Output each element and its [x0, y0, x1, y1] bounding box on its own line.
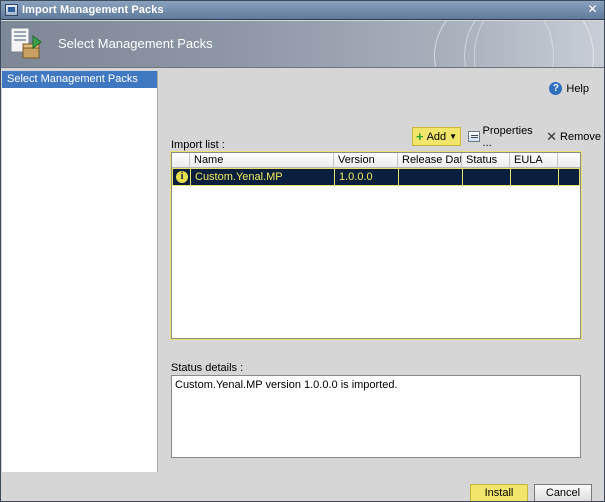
import-wizard-window: Import Management Packs ✕ Select Managem… — [0, 0, 605, 502]
cell-version: 1.0.0.0 — [335, 169, 399, 185]
row-status-cell: i — [173, 169, 191, 185]
help-label: Help — [566, 82, 589, 95]
column-header-release-date[interactable]: Release Date — [398, 153, 462, 167]
column-header-eula[interactable]: EULA — [510, 153, 558, 167]
grid-header: Name Version Release Date Status EULA — [172, 153, 580, 168]
wizard-sidebar: Select Management Packs — [2, 71, 158, 472]
help-icon: ? — [549, 82, 563, 95]
button-bar: Install Cancel — [159, 473, 604, 501]
column-header-status[interactable]: Status — [462, 153, 510, 167]
import-list-label: Import list : — [171, 139, 225, 151]
dropdown-arrow-icon: ▼ — [449, 132, 458, 141]
column-header-filler — [558, 153, 580, 167]
cell-name: Custom.Yenal.MP — [191, 169, 335, 185]
title-bar[interactable]: Import Management Packs ✕ — [1, 1, 604, 20]
install-button[interactable]: Install — [470, 484, 528, 501]
cell-release-date — [399, 169, 463, 185]
properties-label: Properties ... — [482, 124, 533, 149]
cell-filler — [559, 169, 579, 185]
main-content: ? Help Import list : + Add ▼ Properties … — [159, 71, 604, 473]
column-header-name[interactable]: Name — [190, 153, 334, 167]
remove-button[interactable]: ✕ Remove — [543, 127, 604, 146]
app-icon — [5, 4, 18, 16]
column-header-version[interactable]: Version — [334, 153, 398, 167]
close-icon[interactable]: ✕ — [585, 3, 600, 17]
banner-decoration — [474, 21, 554, 67]
column-header-select[interactable] — [172, 153, 190, 167]
import-list-toolbar: + Add ▼ Properties ... ✕ Remove — [412, 124, 604, 149]
info-icon: i — [176, 171, 188, 183]
add-label: Add — [426, 130, 447, 143]
status-details-box[interactable]: Custom.Yenal.MP version 1.0.0.0 is impor… — [171, 375, 581, 458]
cell-eula — [511, 169, 559, 185]
management-pack-icon — [10, 27, 42, 59]
cell-status — [463, 169, 511, 185]
status-details-label: Status details : — [171, 362, 244, 374]
wizard-banner: Select Management Packs — [1, 21, 604, 68]
plus-icon: + — [416, 129, 424, 144]
window-title: Import Management Packs — [22, 4, 164, 16]
help-link[interactable]: ? Help — [549, 82, 589, 95]
properties-icon — [468, 131, 480, 142]
cancel-button[interactable]: Cancel — [534, 484, 592, 501]
page-heading: Select Management Packs — [58, 36, 213, 51]
properties-button[interactable]: Properties ... — [465, 124, 539, 149]
add-button[interactable]: + Add ▼ — [412, 127, 462, 146]
sidebar-item-select-management-packs[interactable]: Select Management Packs — [2, 71, 157, 88]
remove-label: Remove — [560, 130, 601, 143]
remove-icon: ✕ — [546, 129, 558, 144]
table-row[interactable]: i Custom.Yenal.MP 1.0.0.0 — [172, 168, 580, 186]
import-list-grid[interactable]: Name Version Release Date Status EULA i … — [170, 151, 582, 340]
